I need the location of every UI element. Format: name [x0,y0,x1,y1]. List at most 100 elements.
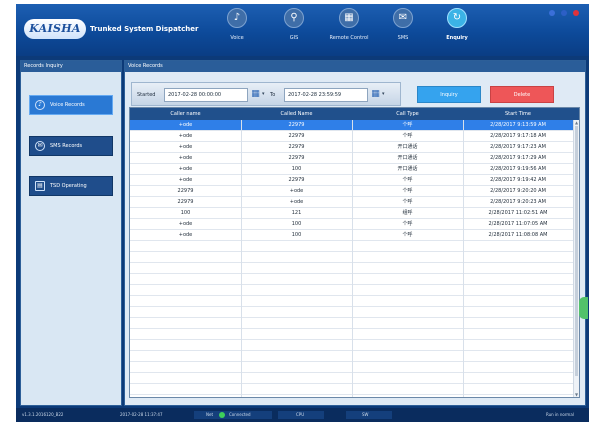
table-cell: 22979 [177,188,194,194]
column-header[interactable]: Caller name [130,108,241,120]
connected-label: Connected [229,412,251,417]
nav-voice[interactable]: ♪ Voice [214,8,260,52]
chevron-down-icon[interactable]: ▾ [262,89,268,100]
column-header[interactable]: Called Name [241,108,352,120]
nav-sms[interactable]: ✉ SMS [380,8,426,52]
log-icon: ▤ [35,181,45,191]
datetime-text: 2017-02-28 11:37:47 [120,412,163,417]
table-cell: 个呼 [402,221,413,227]
table-cell: 2/28/2017 11:07:05 AM [488,221,548,227]
nav-sms-label: SMS [397,35,409,41]
minimize-dot[interactable] [549,10,555,16]
records-inquiry-panel: Records Inquiry ♪ Voice Records ✉ SMS Re… [20,60,122,406]
table-cell: +ode [289,199,304,205]
net-label: Net [206,412,214,417]
table-cell: 个呼 [402,199,413,205]
table-cell: 121 [291,210,302,216]
nav-enquiry-label: Enquiry [446,35,468,41]
brand-logo: KAISHA [24,19,86,39]
cpu-label: CPU [296,412,305,417]
table-cell: 组呼 [402,210,413,216]
sms-records-button[interactable]: ✉ SMS Records [29,136,113,156]
table-cell: 开口通话 [397,144,418,150]
table-cell: +ode [178,177,193,183]
table-cell: 个呼 [402,232,413,238]
column-divider [352,120,353,397]
sw-status-box [346,411,392,419]
close-dot[interactable] [573,10,579,16]
radio-tower-icon: ▦ [339,8,359,28]
nav-remote-control[interactable]: ▦ Remote Control [326,8,372,52]
table-cell: 开口通话 [397,155,418,161]
microphone-icon: ♪ [227,8,247,28]
to-label: To [270,92,276,98]
date-filter: Started 2017-02-28 00:00:00 ▦ ▾ To 2017-… [131,82,401,106]
column-header[interactable]: Start Time [463,108,573,120]
table-cell: +ode [178,166,193,172]
table-cell: 2/28/2017 9:17:23 AM [490,144,546,150]
maximize-dot[interactable] [561,10,567,16]
history-icon: ↻ [447,8,467,28]
table-cell: +ode [178,221,193,227]
column-header[interactable]: Call Type [352,108,463,120]
voice-records-label: Voice Records [50,102,85,108]
nav-gis-label: GIS [289,35,299,41]
table-cell: 22979 [177,199,194,205]
table-cell: 100 [291,232,302,238]
start-datetime-field[interactable]: 2017-02-28 00:00:00 [164,88,248,102]
inquiry-button[interactable]: Inquiry [417,86,481,103]
delete-button[interactable]: Delete [490,86,554,103]
message-icon: ✉ [393,8,413,28]
calendar-icon[interactable]: ▦ [250,89,261,100]
chevron-down-icon[interactable]: ▾ [382,89,388,100]
table-cell: 22979 [288,122,305,128]
voice-records-button[interactable]: ♪ Voice Records [29,95,113,115]
table-cell: 个呼 [402,122,413,128]
dispatcher-window: KAISHA Trunked System Dispatcher ♪ Voice… [16,4,589,422]
table-cell: 22979 [288,144,305,150]
table-cell: 2/28/2017 11:08:08 AM [488,232,548,238]
nav-enquiry[interactable]: ↻ Enquiry [434,8,480,52]
scrollbar-thumb[interactable] [575,126,578,376]
table-cell: 22979 [288,155,305,161]
status-bar: v1.3.1.2016120_B22 2017-02-28 11:37:47 N… [16,408,589,422]
vertical-scrollbar[interactable]: ▲ ▼ [573,120,579,397]
sw-label: SW [362,412,369,417]
header-bar: KAISHA Trunked System Dispatcher ♪ Voice… [16,4,589,56]
side-drawer-handle[interactable] [579,297,588,319]
start-label: Started [137,92,156,98]
end-datetime-field[interactable]: 2017-02-28 23:59:59 [284,88,368,102]
run-state-text: Run in normal [546,412,574,417]
table-cell: 开口通话 [397,166,418,172]
connected-indicator-icon [219,412,225,418]
records-inquiry-title: Records Inquiry [21,61,121,72]
table-cell: +ode [289,188,304,194]
version-text: v1.3.1.2016120_B22 [22,412,64,417]
microphone-icon: ♪ [35,100,45,110]
table-body: +ode 22979 个呼 2/28/2017 9:13:59 AM +ode 22979… [130,120,573,397]
table-cell: 个呼 [402,177,413,183]
scroll-up-icon[interactable]: ▲ [574,120,579,125]
table-cell: 2/28/2017 9:17:18 AM [490,133,546,139]
table-cell: 2/28/2017 9:20:23 AM [490,199,546,205]
table-cell: +ode [178,133,193,139]
app-title: Trunked System Dispatcher [90,25,199,33]
table-cell: 100 [291,166,302,172]
table-cell: 2/28/2017 9:20:20 AM [490,188,546,194]
table-cell: 2/28/2017 9:13:59 AM [490,122,546,128]
calendar-icon[interactable]: ▦ [370,89,381,100]
nav-gis[interactable]: ⚲ GIS [271,8,317,52]
voice-records-table: Caller name Called Name Call Type Start Tim… [129,107,580,398]
tsd-operating-button[interactable]: ▤ TSD Operating [29,176,113,196]
table-cell: 100 [180,210,191,216]
tsd-operating-label: TSD Operating [50,183,87,189]
message-icon: ✉ [35,141,45,151]
table-cell: +ode [178,122,193,128]
table-header: Caller name Called Name Call Type Start Tim… [130,108,579,120]
table-cell: 2/28/2017 9:19:56 AM [490,166,546,172]
column-divider [241,120,242,397]
table-cell: 100 [291,221,302,227]
scroll-down-icon[interactable]: ▼ [574,392,579,397]
table-cell: 个呼 [402,133,413,139]
voice-records-title: Voice Records [125,61,585,72]
